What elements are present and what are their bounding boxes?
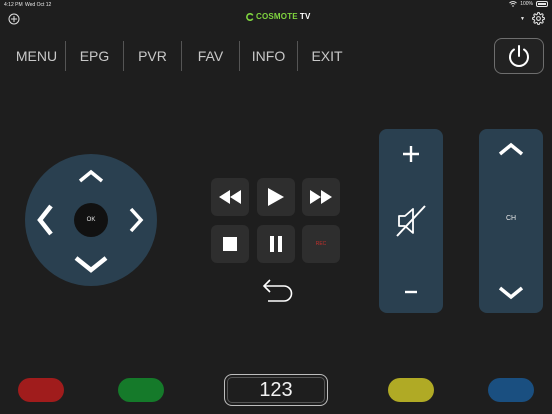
status-indicators: 100% [509, 1, 548, 7]
rewind-button[interactable] [211, 178, 249, 216]
battery-icon [536, 1, 548, 7]
epg-button[interactable]: EPG [66, 41, 124, 71]
channel-label: CH [505, 215, 517, 222]
red-key-button[interactable] [18, 378, 64, 402]
power-button[interactable] [494, 38, 544, 74]
green-key-button[interactable] [118, 378, 164, 402]
minus-icon [405, 290, 417, 294]
pause-button[interactable] [257, 225, 295, 263]
mute-speaker-icon [396, 205, 426, 237]
cosmote-logo-icon [246, 12, 254, 21]
volume-up-button[interactable] [379, 139, 443, 169]
numpad-label: 123 [259, 378, 293, 401]
fav-button[interactable]: FAV [182, 41, 240, 71]
logo-brand-text: COSMOTE [256, 12, 298, 21]
pause-icon [270, 236, 282, 252]
channel-up-button[interactable] [479, 137, 543, 161]
yellow-key-button[interactable] [388, 378, 434, 402]
return-arrow-icon [262, 279, 293, 302]
fast-forward-button[interactable] [302, 178, 340, 216]
stop-button[interactable] [211, 225, 249, 263]
nav-up-button[interactable] [76, 166, 106, 186]
play-button[interactable] [257, 178, 295, 216]
ok-button[interactable]: OK [74, 203, 108, 237]
power-icon [509, 45, 529, 67]
logo-tv-text: TV [299, 12, 311, 21]
chevron-down-icon [74, 256, 108, 273]
navigation-dpad: OK [25, 154, 157, 286]
device-dropdown-caret[interactable]: ▼ [520, 16, 525, 22]
chevron-left-icon [37, 204, 53, 236]
chevron-right-icon [129, 207, 144, 233]
back-button[interactable] [257, 275, 297, 305]
pvr-button[interactable]: PVR [124, 41, 182, 71]
stop-icon [223, 237, 237, 251]
plus-icon [403, 146, 419, 162]
status-date: Wed Oct 12 [25, 2, 52, 8]
chevron-up-icon [498, 142, 524, 156]
nav-left-button[interactable] [33, 202, 57, 238]
channel-down-button[interactable] [479, 281, 543, 305]
chevron-up-icon [78, 169, 104, 183]
wifi-icon [509, 1, 518, 7]
add-device-button[interactable] [8, 13, 20, 25]
menu-button[interactable]: MENU [8, 41, 66, 71]
record-button[interactable]: REC [302, 225, 340, 263]
nav-down-button[interactable] [74, 254, 108, 276]
record-label: REC [315, 241, 327, 247]
exit-button[interactable]: EXIT [298, 41, 356, 71]
cosmote-tv-logo: COSMOTE TV [246, 12, 310, 21]
menu-row: MENU EPG PVR FAV INFO EXIT [8, 41, 356, 71]
status-time: 4:12 PM [4, 2, 23, 8]
mute-button[interactable] [379, 201, 443, 241]
nav-right-button[interactable] [125, 204, 147, 236]
chevron-down-icon [498, 286, 524, 300]
fast-forward-icon [310, 190, 332, 204]
gear-icon [532, 12, 545, 25]
numpad-button[interactable]: 123 [224, 374, 328, 406]
blue-key-button[interactable] [488, 378, 534, 402]
settings-button[interactable] [532, 12, 545, 25]
volume-down-button[interactable] [379, 277, 443, 307]
play-icon [268, 188, 284, 206]
info-button[interactable]: INFO [240, 41, 298, 71]
battery-percent: 100% [520, 1, 533, 7]
volume-rocker [379, 129, 443, 313]
rewind-icon [219, 190, 241, 204]
channel-rocker: CH [479, 129, 543, 313]
plus-circle-icon [8, 13, 20, 25]
